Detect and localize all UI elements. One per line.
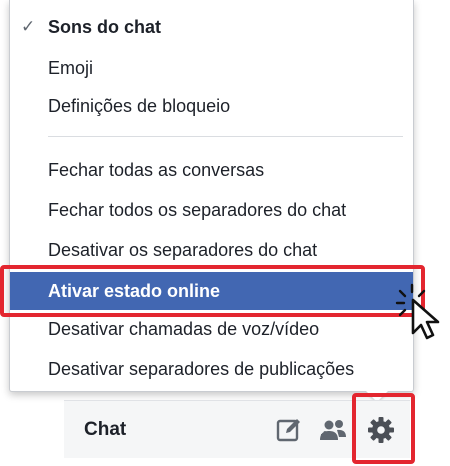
menu-item-block-settings[interactable]: Definições de bloqueio [10, 87, 413, 125]
menu-item-emoji[interactable]: Emoji [10, 49, 413, 87]
menu-item-label: Desativar os separadores do chat [48, 240, 318, 260]
menu-item-label: Fechar todos os separadores do chat [48, 200, 347, 220]
menu-item-label: Sons do chat [48, 17, 162, 37]
menu-item-close-all-chat-tabs[interactable]: Fechar todos os separadores do chat [10, 191, 413, 229]
menu-item-disable-voice-video-calls[interactable]: Desativar chamadas de voz/vídeo [10, 310, 413, 348]
chat-bar-title: Chat [84, 419, 127, 440]
chat-options-menu: ✓ Sons do chat Emoji Definições de bloqu… [9, 0, 414, 392]
menu-item-label: Definições de bloqueio [48, 96, 231, 116]
checkmark-icon: ✓ [21, 17, 36, 36]
chat-bar: Chat [64, 400, 410, 458]
menu-item-label: Desativar chamadas de voz/vídeo [48, 319, 320, 339]
menu-item-close-all-conversations[interactable]: Fechar todas as conversas [10, 151, 413, 189]
compose-icon[interactable] [275, 416, 303, 444]
menu-item-label: Fechar todas as conversas [48, 160, 265, 180]
menu-item-chat-sounds[interactable]: ✓ Sons do chat [10, 8, 413, 46]
menu-item-label: Emoji [48, 58, 94, 78]
gear-icon[interactable] [367, 416, 395, 444]
menu-item-disable-post-tabs[interactable]: Desativar separadores de publicações [10, 350, 413, 388]
menu-item-disable-chat-tabs[interactable]: Desativar os separadores do chat [10, 231, 413, 269]
menu-separator [48, 136, 403, 137]
menu-item-turn-on-active-status[interactable]: Ativar estado online [10, 272, 413, 310]
menu-item-label: Ativar estado online [48, 281, 221, 301]
menu-item-label: Desativar separadores de publicações [48, 359, 355, 379]
screenshot-stage: ✓ Sons do chat Emoji Definições de bloqu… [0, 0, 450, 466]
add-people-icon[interactable] [318, 416, 350, 444]
